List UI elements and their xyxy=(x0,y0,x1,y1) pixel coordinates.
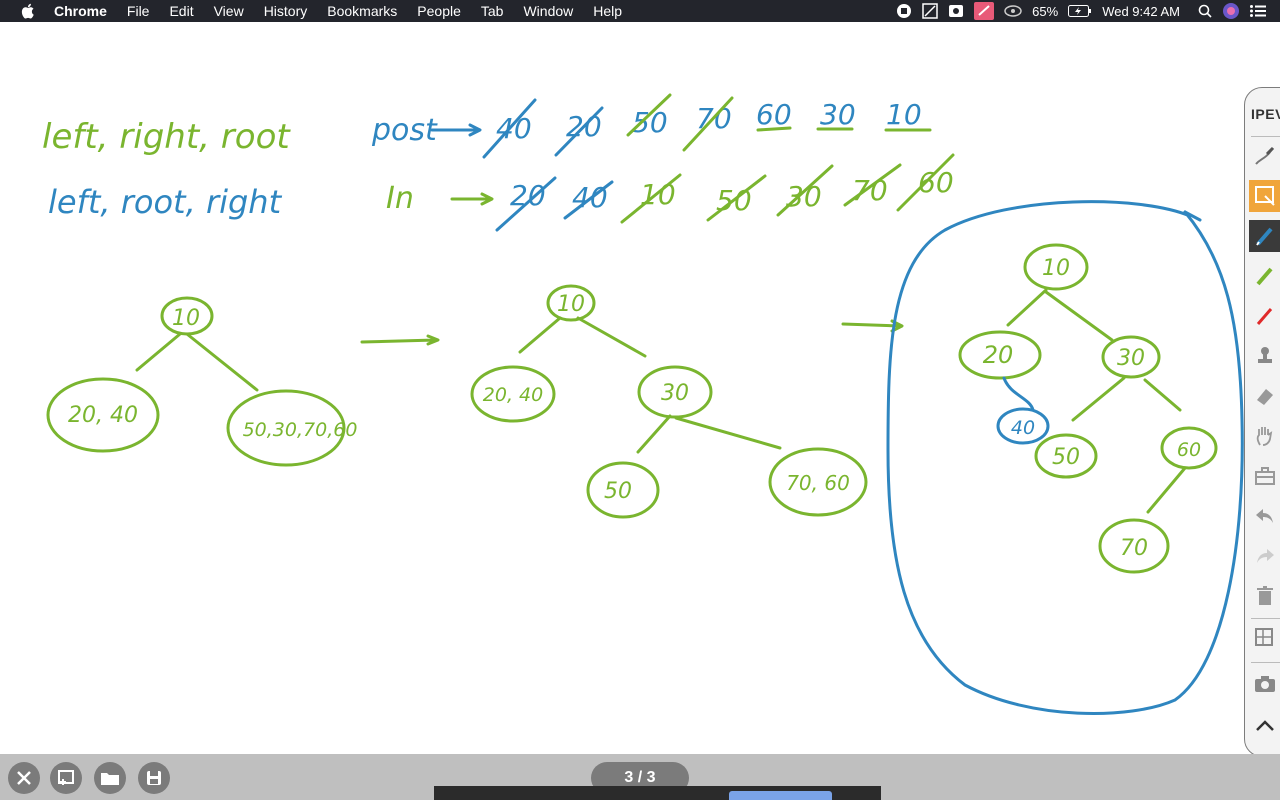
undo-icon[interactable] xyxy=(1249,500,1280,532)
tree3-node-10: 10 xyxy=(1042,256,1070,281)
screen-capture-icon[interactable] xyxy=(922,3,938,19)
eraser-tool-icon[interactable] xyxy=(1249,380,1280,412)
status-area: 65% Wed 9:42 AM xyxy=(896,0,1280,22)
menu-view[interactable]: View xyxy=(214,3,244,19)
new-page-button[interactable] xyxy=(50,762,82,794)
tree2-root: 10 xyxy=(557,292,585,317)
post-seq-6: 10 xyxy=(886,98,922,131)
tool-palette: IPEVO xyxy=(1244,87,1280,757)
palette-divider xyxy=(1251,136,1280,137)
close-icon xyxy=(17,771,31,785)
whiteboard-canvas[interactable]: left, right, root post 40 20 50 70 60 30… xyxy=(0,22,1280,754)
tree2-right-right: 70, 60 xyxy=(786,471,850,495)
battery-icon[interactable] xyxy=(1068,5,1092,17)
redo-icon[interactable] xyxy=(1249,540,1280,572)
menu-people[interactable]: People xyxy=(417,3,461,19)
sync-icon[interactable] xyxy=(1004,4,1022,18)
apple-icon[interactable] xyxy=(19,0,37,22)
tree1-root: 10 xyxy=(172,306,200,331)
snapshot-tool-icon[interactable] xyxy=(1249,622,1280,654)
whiteboard-drawing: left, right, root post 40 20 50 70 60 30… xyxy=(42,93,1244,715)
palette-divider xyxy=(1251,618,1280,619)
palette-divider xyxy=(1251,662,1280,663)
current-page-thumbnail[interactable] xyxy=(729,791,832,800)
toolbox-icon[interactable] xyxy=(1249,460,1280,492)
camera-icon[interactable] xyxy=(1249,668,1280,700)
camera-app-icon[interactable] xyxy=(948,3,964,19)
menu-history[interactable]: History xyxy=(264,3,308,19)
stamp-tool-icon[interactable] xyxy=(1249,340,1280,372)
menu-bar: Chrome File Edit View History Bookmarks … xyxy=(0,0,1280,22)
bottom-toolbar: 3 / 3 xyxy=(0,754,1280,800)
menu-bookmarks[interactable]: Bookmarks xyxy=(327,3,397,19)
palette-brand: IPEVO xyxy=(1251,106,1280,122)
menu-tab[interactable]: Tab xyxy=(481,3,504,19)
post-seq-0: 40 xyxy=(496,112,532,145)
green-pen-tool-icon[interactable] xyxy=(1249,260,1280,292)
siri-icon[interactable] xyxy=(1222,2,1240,20)
tree2-left: 20, 40 xyxy=(483,384,543,406)
folder-icon xyxy=(101,773,119,785)
hand-tool-icon[interactable] xyxy=(1249,420,1280,452)
post-seq-2: 50 xyxy=(632,106,668,139)
select-tool-icon[interactable] xyxy=(1249,180,1280,212)
tree3-node-30: 30 xyxy=(1117,346,1145,371)
post-seq-4: 60 xyxy=(756,98,792,131)
new-page-icon xyxy=(58,770,74,785)
post-seq-5: 30 xyxy=(820,98,856,131)
notification-center-icon[interactable] xyxy=(1250,5,1266,17)
trash-icon[interactable] xyxy=(1249,580,1280,612)
record-icon[interactable] xyxy=(896,3,912,19)
menu-app-name[interactable]: Chrome xyxy=(54,3,107,19)
tree1-left: 20, 40 xyxy=(68,403,138,428)
menu-file[interactable]: File xyxy=(127,3,150,19)
save-icon xyxy=(147,771,161,785)
tree2-right-left: 50 xyxy=(604,479,632,504)
in-seq-0: 20 xyxy=(510,179,546,212)
open-folder-button[interactable] xyxy=(94,762,126,794)
menu-window[interactable]: Window xyxy=(523,3,573,19)
tree3-node-40: 40 xyxy=(1011,417,1035,439)
blue-pen-tool-icon[interactable] xyxy=(1249,220,1280,252)
rule-postorder: left, right, root xyxy=(42,117,291,157)
collapse-palette-icon[interactable] xyxy=(1249,710,1280,742)
clock[interactable]: Wed 9:42 AM xyxy=(1102,4,1180,19)
menu-help[interactable]: Help xyxy=(593,3,622,19)
rule-inorder: left, root, right xyxy=(48,183,283,221)
in-seq-4: 30 xyxy=(786,180,822,213)
menu-edit[interactable]: Edit xyxy=(169,3,193,19)
red-pen-tool-icon[interactable] xyxy=(1249,300,1280,332)
tree1-right: 50,30,70,60 xyxy=(243,419,358,441)
label-in: In xyxy=(386,181,414,216)
save-button[interactable] xyxy=(138,762,170,794)
search-icon[interactable] xyxy=(1198,4,1212,18)
close-button[interactable] xyxy=(8,762,40,794)
tree3-node-20: 20 xyxy=(983,341,1014,369)
tree3-node-70: 70 xyxy=(1120,536,1148,561)
battery-percent: 65% xyxy=(1032,3,1059,19)
calligraphy-pen-tool-icon[interactable] xyxy=(1249,140,1280,172)
page-thumbnail-strip[interactable] xyxy=(434,786,881,800)
tree3-node-60: 60 xyxy=(1177,439,1201,461)
tree2-right: 30 xyxy=(661,381,689,406)
tree3-node-50: 50 xyxy=(1052,445,1080,470)
label-post: post xyxy=(371,113,438,148)
annotate-app-icon[interactable] xyxy=(974,2,995,20)
